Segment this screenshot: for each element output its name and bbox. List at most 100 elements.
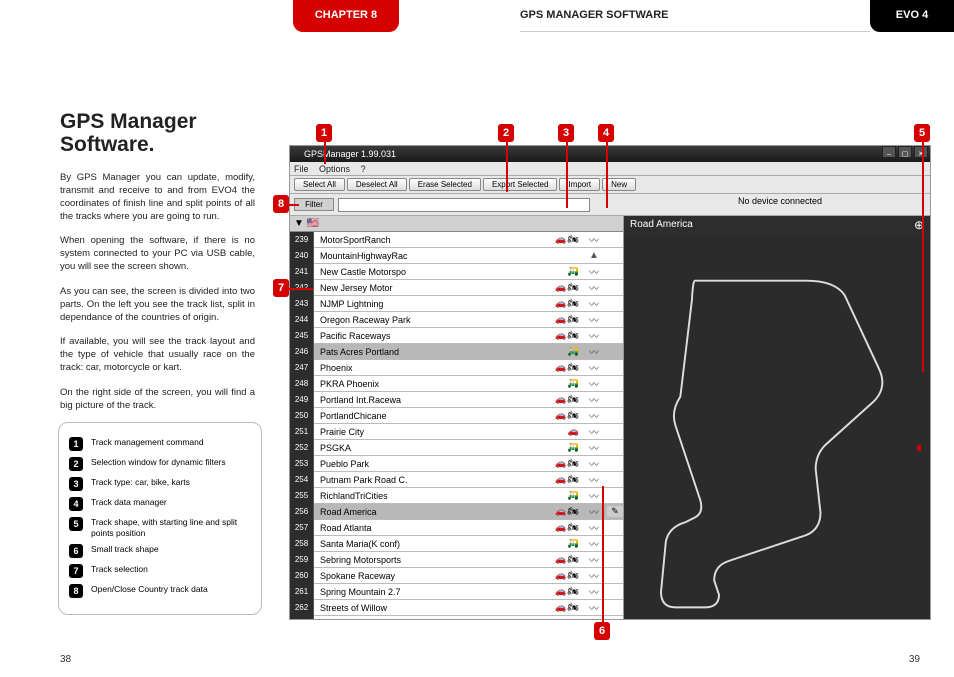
track-row[interactable]: 262Streets of Willow🚗🏍〰 (290, 600, 623, 616)
track-num: 241 (290, 264, 314, 280)
track-handle-icon[interactable]: ✎ (607, 506, 623, 517)
win-close-icon[interactable]: ✕ (914, 146, 928, 158)
vehicle-icon: 🛺 (568, 538, 579, 549)
track-row[interactable]: 251Prairie City🚗〰 (290, 424, 623, 440)
track-row[interactable]: 258Santa Maria(K conf)🛺〰 (290, 536, 623, 552)
track-row[interactable]: 253Pueblo Park🚗🏍〰 (290, 456, 623, 472)
vehicle-icon: 🏍 (568, 522, 579, 533)
btn-erase-selected[interactable]: Erase Selected (409, 178, 481, 191)
para-5: On the right side of the screen, you wil… (60, 387, 255, 413)
track-type-icons: 🚗🏍 (537, 282, 581, 293)
track-type-icons: 🚗🏍 (537, 522, 581, 533)
menu-help[interactable]: ? (361, 164, 366, 174)
legend-row: 6Small track shape (69, 544, 251, 558)
callout-8: 8 (273, 195, 289, 213)
track-row[interactable]: 244Oregon Raceway Park🚗🏍〰 (290, 312, 623, 328)
vehicle-icon: 🚗 (555, 586, 566, 597)
track-row[interactable]: 252PSGKA🛺〰 (290, 440, 623, 456)
menu-file[interactable]: File (294, 164, 309, 174)
track-list[interactable]: 239MotorSportRanch🚗🏍〰240MountainHighwayR… (290, 232, 623, 619)
track-shape-svg (632, 242, 922, 629)
track-row[interactable]: 255RichlandTriCities🛺〰 (290, 488, 623, 504)
track-name: MotorSportRanch (314, 232, 537, 248)
track-shape-icon: 〰 (581, 360, 607, 375)
legend-text: Open/Close Country track data (91, 584, 251, 595)
track-type-icons: 🚗🏍 (537, 618, 581, 619)
track-row[interactable]: 241New Castle Motorspo🛺〰 (290, 264, 623, 280)
track-name: Pats Acres Portland (314, 344, 537, 360)
track-num: 245 (290, 328, 314, 344)
track-row[interactable]: 239MotorSportRanch🚗🏍〰 (290, 232, 623, 248)
vehicle-icon: 🏍 (568, 362, 579, 373)
track-view-pane: Road America ⊕ (624, 216, 930, 619)
titlebar: GPSManager 1.99.031 – ▢ ✕ (290, 146, 930, 162)
vehicle-icon: 🏍 (568, 554, 579, 565)
vehicle-icon: 🏍 (568, 314, 579, 325)
track-num: 254 (290, 472, 314, 488)
vehicle-icon: 🏍 (568, 474, 579, 485)
track-type-icons: 🚗🏍 (537, 234, 581, 245)
vehicle-icon: 🚗 (555, 314, 566, 325)
device-status: No device connected (630, 196, 930, 206)
vehicle-icon: 🏍 (568, 234, 579, 245)
page-number-right: 39 (909, 654, 920, 665)
callout-2-line (506, 142, 508, 192)
filter-label: Filter (294, 198, 334, 211)
btn-deselect-all[interactable]: Deselect All (347, 178, 407, 191)
track-shape-icon: 〰 (581, 344, 607, 359)
vehicle-icon: 🏍 (568, 602, 579, 613)
vehicle-icon: 🚗 (555, 282, 566, 293)
track-num: 246 (290, 344, 314, 360)
track-type-icons: 🛺 (537, 378, 581, 389)
track-view-title: Road America (630, 216, 693, 234)
track-type-icons: 🛺 (537, 266, 581, 277)
vehicle-icon: 🛺 (568, 378, 579, 389)
country-toggle[interactable]: ▼ 🇺🇸 (290, 216, 623, 232)
track-row[interactable]: 254Putnam Park Road C.🚗🏍〰 (290, 472, 623, 488)
callout-6: 6 (594, 622, 610, 640)
legend-text: Track selection (91, 564, 251, 575)
callout-8-line (289, 204, 299, 206)
track-row[interactable]: 242New Jersey Motor🚗🏍〰 (290, 280, 623, 296)
track-row[interactable]: 248PKRA Phoenix🛺〰 (290, 376, 623, 392)
menu-options[interactable]: Options (319, 164, 350, 174)
track-type-icons: 🚗🏍 (537, 458, 581, 469)
track-row[interactable]: 246Pats Acres Portland🛺〰 (290, 344, 623, 360)
track-row[interactable]: 249Portland Int.Racewa🚗🏍〰 (290, 392, 623, 408)
legend-num: 6 (69, 544, 83, 558)
track-num: 244 (290, 312, 314, 328)
track-name: Pacific Raceways (314, 328, 537, 344)
track-num: 259 (290, 552, 314, 568)
legend-text: Track type: car, bike, karts (91, 477, 251, 488)
track-type-icons: 🚗🏍 (537, 506, 581, 517)
vehicle-icon: 🚗 (555, 330, 566, 341)
track-num: 247 (290, 360, 314, 376)
win-min-icon[interactable]: – (882, 146, 896, 158)
vehicle-icon: 🚗 (555, 506, 566, 517)
callout-4-line (606, 142, 608, 208)
filter-select[interactable] (338, 198, 590, 212)
legend-text: Track management command (91, 437, 251, 448)
vehicle-icon: 🏍 (568, 282, 579, 293)
track-row[interactable]: 243NJMP Lightning🚗🏍〰 (290, 296, 623, 312)
track-row[interactable]: 256Road America🚗🏍〰✎ (290, 504, 623, 520)
btn-export-selected[interactable]: Export Selected (483, 178, 557, 191)
win-max-icon[interactable]: ▢ (898, 146, 912, 158)
track-num: 240 (290, 248, 314, 264)
vehicle-icon: 🚗 (555, 298, 566, 309)
track-row[interactable]: 250PortlandChicane🚗🏍〰 (290, 408, 623, 424)
track-row[interactable]: 257Road Atlanta🚗🏍〰 (290, 520, 623, 536)
track-row[interactable]: 260Spokane Raceway🚗🏍〰 (290, 568, 623, 584)
legend-row: 2Selection window for dynamic filters (69, 457, 251, 471)
track-row[interactable]: 259Sebring Motorsports🚗🏍〰 (290, 552, 623, 568)
track-row[interactable]: 261Spring Mountain 2.7🚗🏍〰 (290, 584, 623, 600)
track-row[interactable]: 247Phoenix🚗🏍〰 (290, 360, 623, 376)
vehicle-icon: 🛺 (568, 442, 579, 453)
vehicle-icon: 🛺 (568, 266, 579, 277)
vehicle-icon: 🚗 (555, 234, 566, 245)
btn-select-all[interactable]: Select All (294, 178, 345, 191)
track-row[interactable]: 240MountainHighwayRac▲ (290, 248, 623, 264)
track-row[interactable]: 245Pacific Raceways🚗🏍〰 (290, 328, 623, 344)
vehicle-icon: 🚗 (555, 474, 566, 485)
track-row[interactable]: 263Summit Point🚗🏍〰 (290, 616, 623, 619)
